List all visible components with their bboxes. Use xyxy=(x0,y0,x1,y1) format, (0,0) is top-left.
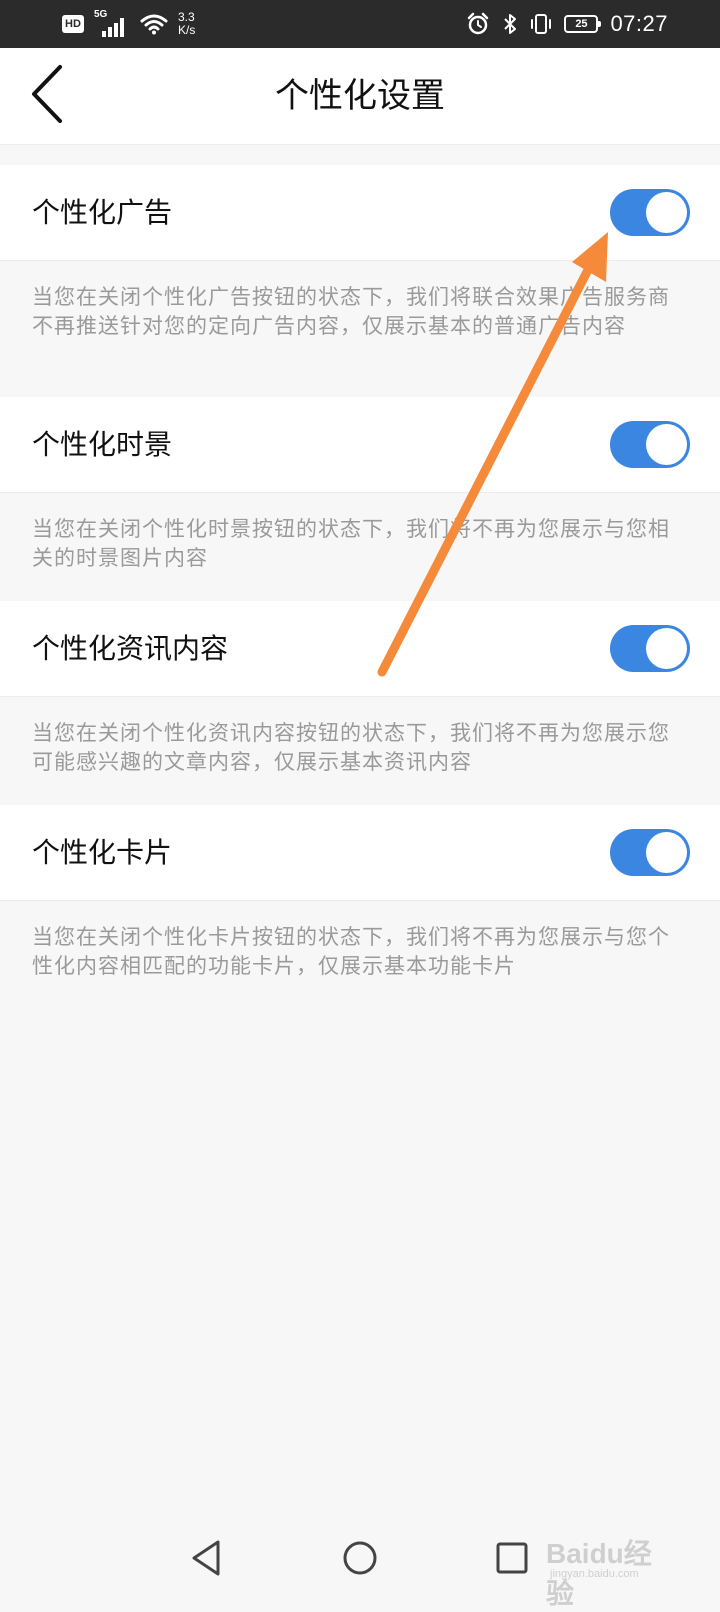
app-header: 个性化设置 xyxy=(0,48,720,145)
battery-icon: 25 xyxy=(564,15,602,33)
toggle-knob xyxy=(646,628,687,669)
toggle-knob xyxy=(646,424,687,465)
settings-list: 个性化广告 当您在关闭个性化广告按钮的状态下，我们将联合效果广告服务商不再推送针… xyxy=(0,165,720,1009)
setting-label: 个性化资讯内容 xyxy=(32,632,229,665)
status-bar: HD 5G 3.3 K/s 25 07:27 xyxy=(0,0,720,48)
bluetooth-icon xyxy=(504,14,517,34)
status-bar-left: HD 5G 3.3 K/s xyxy=(62,8,195,40)
nav-home-button[interactable] xyxy=(332,1530,388,1586)
setting-row-personalized-cards: 个性化卡片 xyxy=(0,805,720,901)
setting-row-personalized-scenery: 个性化时景 xyxy=(0,397,720,493)
setting-row-personalized-ads: 个性化广告 xyxy=(0,165,720,261)
personalized-news-toggle[interactable] xyxy=(610,625,690,672)
nav-recent-button[interactable] xyxy=(484,1530,540,1586)
cellular-signal-icon: 5G xyxy=(94,9,130,37)
square-recent-icon xyxy=(496,1542,528,1574)
setting-description: 当您在关闭个性化广告按钮的状态下，我们将联合效果广告服务商不再推送针对您的定向广… xyxy=(0,261,720,397)
setting-row-personalized-news: 个性化资讯内容 xyxy=(0,601,720,697)
network-speed: 3.3 K/s xyxy=(178,11,195,37)
vibrate-icon xyxy=(531,14,552,34)
setting-description: 当您在关闭个性化时景按钮的状态下，我们将不再为您展示与您相关的时景图片内容 xyxy=(0,493,720,601)
nav-back-button[interactable] xyxy=(178,1530,234,1586)
personalized-cards-toggle[interactable] xyxy=(610,829,690,876)
watermark-url: jingyan.baidu.com xyxy=(550,1568,639,1580)
page-title: 个性化设置 xyxy=(275,76,445,116)
status-clock: 07:27 xyxy=(610,11,668,36)
setting-label: 个性化广告 xyxy=(32,196,173,229)
status-bar-right: 25 07:27 xyxy=(466,8,668,40)
speed-unit: K/s xyxy=(178,23,196,37)
hd-badge: HD xyxy=(62,15,84,33)
alarm-icon xyxy=(468,12,489,35)
toggle-knob xyxy=(646,832,687,873)
setting-label: 个性化时景 xyxy=(32,428,173,461)
setting-label: 个性化卡片 xyxy=(32,836,173,869)
wifi-icon xyxy=(140,14,168,35)
personalized-ads-toggle[interactable] xyxy=(610,189,690,236)
setting-description: 当您在关闭个性化卡片按钮的状态下，我们将不再为您展示与您个性化内容相匹配的功能卡… xyxy=(0,901,720,1009)
watermark: Baidu经验 jingyan.baidu.com xyxy=(546,1532,676,1609)
setting-description: 当您在关闭个性化资讯内容按钮的状态下，我们将不再为您展示您可能感兴趣的文章内容，… xyxy=(0,697,720,805)
circle-home-icon xyxy=(343,1541,377,1575)
toggle-knob xyxy=(646,192,687,233)
triangle-back-icon xyxy=(192,1540,220,1576)
personalized-scenery-toggle[interactable] xyxy=(610,421,690,468)
battery-level: 25 xyxy=(575,18,588,30)
